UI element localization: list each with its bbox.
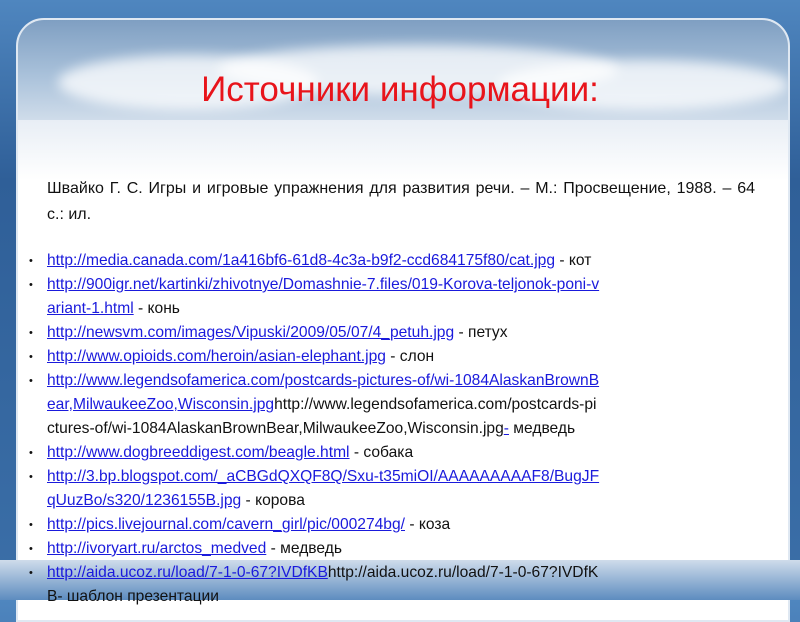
list-item: http://www.opioids.com/heroin/asian-elep… [29,345,599,369]
list-item: http://aida.ucoz.ru/load/7-1-0-67?IVDfKB… [29,561,599,585]
list-item: http://ivoryart.ru/arctos_medved - медве… [29,537,599,561]
source-link[interactable]: http://www.opioids.com/heroin/asian-elep… [47,348,386,365]
list-item: http://900igr.net/kartinki/zhivotnye/Dom… [29,273,599,297]
list-item: http://pics.livejournal.com/cavern_girl/… [29,513,599,537]
source-link[interactable]: http://newsvm.com/images/Vipuski/2009/05… [47,324,454,341]
list-item: http://3.bp.blogspot.com/_aCBGdQXQF8Q/Sx… [29,465,599,489]
source-link[interactable]: http://www.legendsofamerica.com/postcard… [47,372,599,389]
source-link[interactable]: http://ivoryart.ru/arctos_medved [47,540,266,557]
slide-title: Источники информации: [201,70,599,109]
source-link[interactable]: http://900igr.net/kartinki/zhivotnye/Dom… [47,276,599,293]
list-item: http://newsvm.com/images/Vipuski/2009/05… [29,321,599,345]
source-link[interactable]: http://3.bp.blogspot.com/_aCBGdQXQF8Q/Sx… [47,468,599,485]
source-link[interactable]: http://media.canada.com/1a416bf6-61d8-4c… [47,252,555,269]
list-item: http://media.canada.com/1a416bf6-61d8-4c… [29,249,599,273]
list-item: http://www.dogbreeddigest.com/beagle.htm… [29,441,599,465]
bibliography-reference: Швайко Г. С. Игры и игровые упражнения д… [47,180,755,223]
source-link[interactable]: ear,MilwaukeeZoo,Wisconsin.jpg [47,396,274,413]
source-link[interactable]: ariant-1.html [47,300,134,317]
list-item: http://www.legendsofamerica.com/postcard… [29,369,599,393]
sources-list: http://media.canada.com/1a416bf6-61d8-4c… [29,249,599,609]
source-link[interactable]: http://www.dogbreeddigest.com/beagle.htm… [47,444,350,461]
source-link[interactable]: http://pics.livejournal.com/cavern_girl/… [47,516,405,533]
source-link[interactable]: qUuzBo/s320/1236155B.jpg [47,492,241,509]
source-link[interactable]: http://aida.ucoz.ru/load/7-1-0-67?IVDfKB [47,564,328,581]
